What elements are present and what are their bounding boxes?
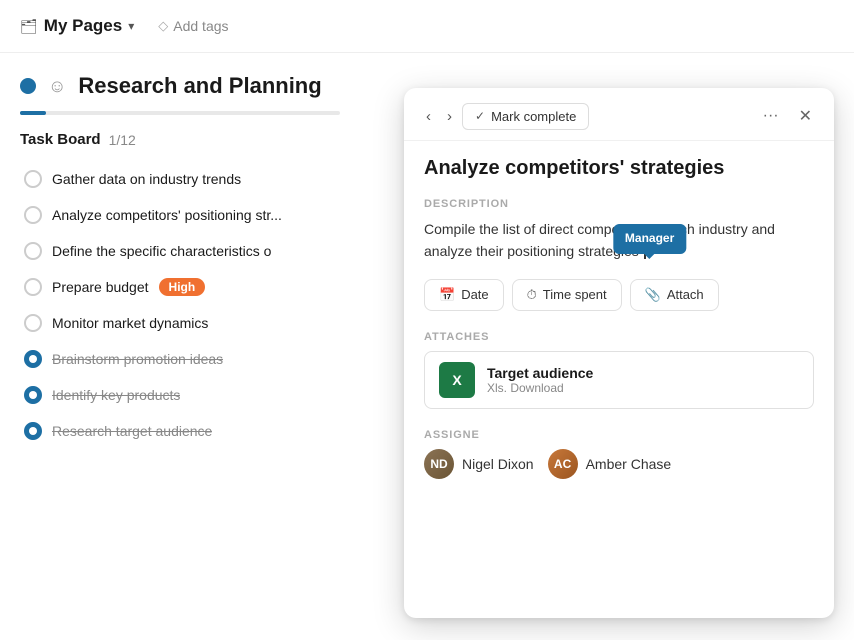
- task-text: Research target audience: [52, 423, 212, 439]
- main-area: 🗂 My Pages ▾ ◇ Add tags ☺ Research and P…: [0, 0, 854, 640]
- assignee-section-label: ASSIGNE: [424, 429, 814, 441]
- priority-badge: High: [159, 278, 206, 296]
- attach-meta: Xls. Download: [487, 381, 593, 395]
- task-board-title: Task Board: [20, 131, 101, 148]
- assignee-amber-name: Amber Chase: [586, 456, 672, 472]
- task-radio[interactable]: [24, 386, 42, 404]
- task-radio[interactable]: [24, 314, 42, 332]
- assignee-nigel-name: Nigel Dixon: [462, 456, 534, 472]
- paperclip-icon: 📎: [645, 287, 661, 303]
- progress-bar-fill: [20, 111, 46, 115]
- task-text: Prepare budget: [52, 279, 149, 295]
- task-text: Analyze competitors' positioning str...: [52, 207, 282, 223]
- task-text: Gather data on industry trends: [52, 171, 241, 187]
- action-buttons: 📅 Date ⏱ Time spent 📎 Attach: [424, 279, 814, 311]
- assignee-nigel[interactable]: ND Nigel Dixon: [424, 449, 534, 479]
- check-icon: ✓: [475, 109, 485, 123]
- my-pages-label: My Pages: [44, 16, 122, 36]
- calendar-icon: 📅: [439, 287, 455, 303]
- close-panel-button[interactable]: ✕: [793, 102, 818, 130]
- avatar-amber: AC: [548, 449, 578, 479]
- page-title: Research and Planning: [78, 73, 321, 99]
- date-button[interactable]: 📅 Date: [424, 279, 504, 311]
- clock-icon: ⏱: [527, 287, 537, 303]
- attach-button[interactable]: 📎 Attach: [630, 279, 719, 311]
- excel-icon: X: [439, 362, 475, 398]
- smiley-icon: ☺: [48, 76, 66, 97]
- panel-header: ‹ › ✓ Mark complete ··· ✕: [404, 88, 834, 141]
- task-text: Monitor market dynamics: [52, 315, 208, 331]
- task-text: Define the specific characteristics o: [52, 243, 271, 259]
- panel-prev-button[interactable]: ‹: [420, 104, 437, 129]
- top-bar: 🗂 My Pages ▾ ◇ Add tags: [0, 0, 854, 53]
- attaches-section: ATTACHES X Target audience Xls. Download: [424, 331, 814, 409]
- top-bar-left: 🗂 My Pages ▾: [20, 16, 134, 36]
- attaches-section-label: ATTACHES: [424, 331, 814, 343]
- panel-task-title: Analyze competitors' strategies: [424, 157, 814, 180]
- date-label: Date: [461, 287, 488, 302]
- time-spent-label: Time spent: [543, 287, 607, 302]
- add-tags-button[interactable]: ◇ Add tags: [150, 14, 236, 38]
- task-radio[interactable]: [24, 422, 42, 440]
- description-section-label: DESCRIPTION: [424, 198, 814, 210]
- task-radio[interactable]: [24, 206, 42, 224]
- progress-bar-container: [20, 111, 340, 115]
- mark-complete-label: Mark complete: [491, 109, 576, 124]
- task-radio[interactable]: [24, 170, 42, 188]
- tooltip-box: Manager: [613, 224, 686, 253]
- chevron-down-icon[interactable]: ▾: [128, 19, 134, 33]
- tag-icon: ◇: [158, 18, 168, 34]
- panel-next-button[interactable]: ›: [441, 104, 458, 129]
- panel-nav: ‹ › ✓ Mark complete: [420, 103, 589, 130]
- attach-item[interactable]: X Target audience Xls. Download: [424, 351, 814, 409]
- assignee-section: ASSIGNE ND Nigel Dixon AC Amber Chase: [424, 429, 814, 479]
- assignee-list: ND Nigel Dixon AC Amber Chase: [424, 449, 814, 479]
- task-board-count: 1/12: [109, 132, 136, 148]
- avatar-nigel: ND: [424, 449, 454, 479]
- time-spent-button[interactable]: ⏱ Time spent: [512, 279, 622, 311]
- folder-icon: 🗂: [20, 18, 38, 35]
- description-content: Compile the list of direct competitors i…: [424, 221, 775, 259]
- task-radio[interactable]: [24, 242, 42, 260]
- assignee-amber[interactable]: AC Amber Chase: [548, 449, 672, 479]
- attach-name: Target audience: [487, 365, 593, 381]
- attach-label: Attach: [667, 287, 704, 302]
- task-text: Brainstorm promotion ideas: [52, 351, 223, 367]
- more-options-button[interactable]: ···: [757, 103, 785, 129]
- panel-body: Analyze competitors' strategies DESCRIPT…: [404, 141, 834, 618]
- status-dot: [20, 78, 36, 94]
- task-text: Identify key products: [52, 387, 180, 403]
- tooltip-text: Manager: [625, 231, 674, 245]
- description-text: Compile the list of direct competitors i…: [424, 218, 814, 263]
- task-radio[interactable]: [24, 350, 42, 368]
- mark-complete-button[interactable]: ✓ Mark complete: [462, 103, 589, 130]
- attach-info: Target audience Xls. Download: [487, 365, 593, 395]
- task-radio[interactable]: [24, 278, 42, 296]
- panel-actions: ··· ✕: [757, 102, 818, 130]
- detail-panel: ‹ › ✓ Mark complete ··· ✕ Analyze compet…: [404, 88, 834, 618]
- add-tags-label: Add tags: [173, 18, 228, 34]
